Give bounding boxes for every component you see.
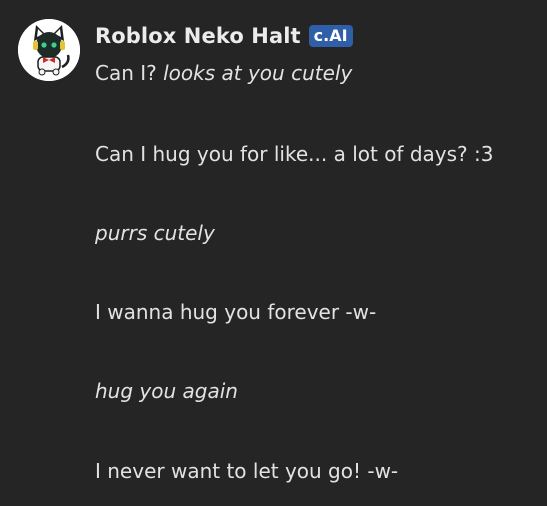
message-text: Can I hug you for like... a lot of days?… [95,142,494,166]
message-line: Can I hug you for like... a lot of days?… [95,141,493,167]
cai-badge: c.AI [308,25,353,47]
message-action-text: looks at you cutely [163,61,353,85]
message-text: I wanna hug you forever -w- [95,300,377,324]
character-avatar[interactable] [18,19,80,81]
message-line: I wanna hug you forever -w- [95,299,376,325]
message-text: Can I? [95,61,164,85]
message-line: purrs cutely [95,220,215,246]
message-action-text: hug you again [95,379,238,403]
message-action-text: purrs cutely [95,221,215,245]
message-text: I never want to let you go! -w- [95,459,399,483]
chat-message: Roblox Neko Halt c.AI Can I? looks at yo… [0,0,547,506]
message-line: hug you again [95,378,238,404]
message-header: Roblox Neko Halt c.AI [95,22,353,50]
message-line: I never want to let you go! -w- [95,458,398,484]
character-name[interactable]: Roblox Neko Halt [95,24,301,48]
message-line: Can I? looks at you cutely [95,60,352,86]
neko-avatar-icon [18,19,80,81]
